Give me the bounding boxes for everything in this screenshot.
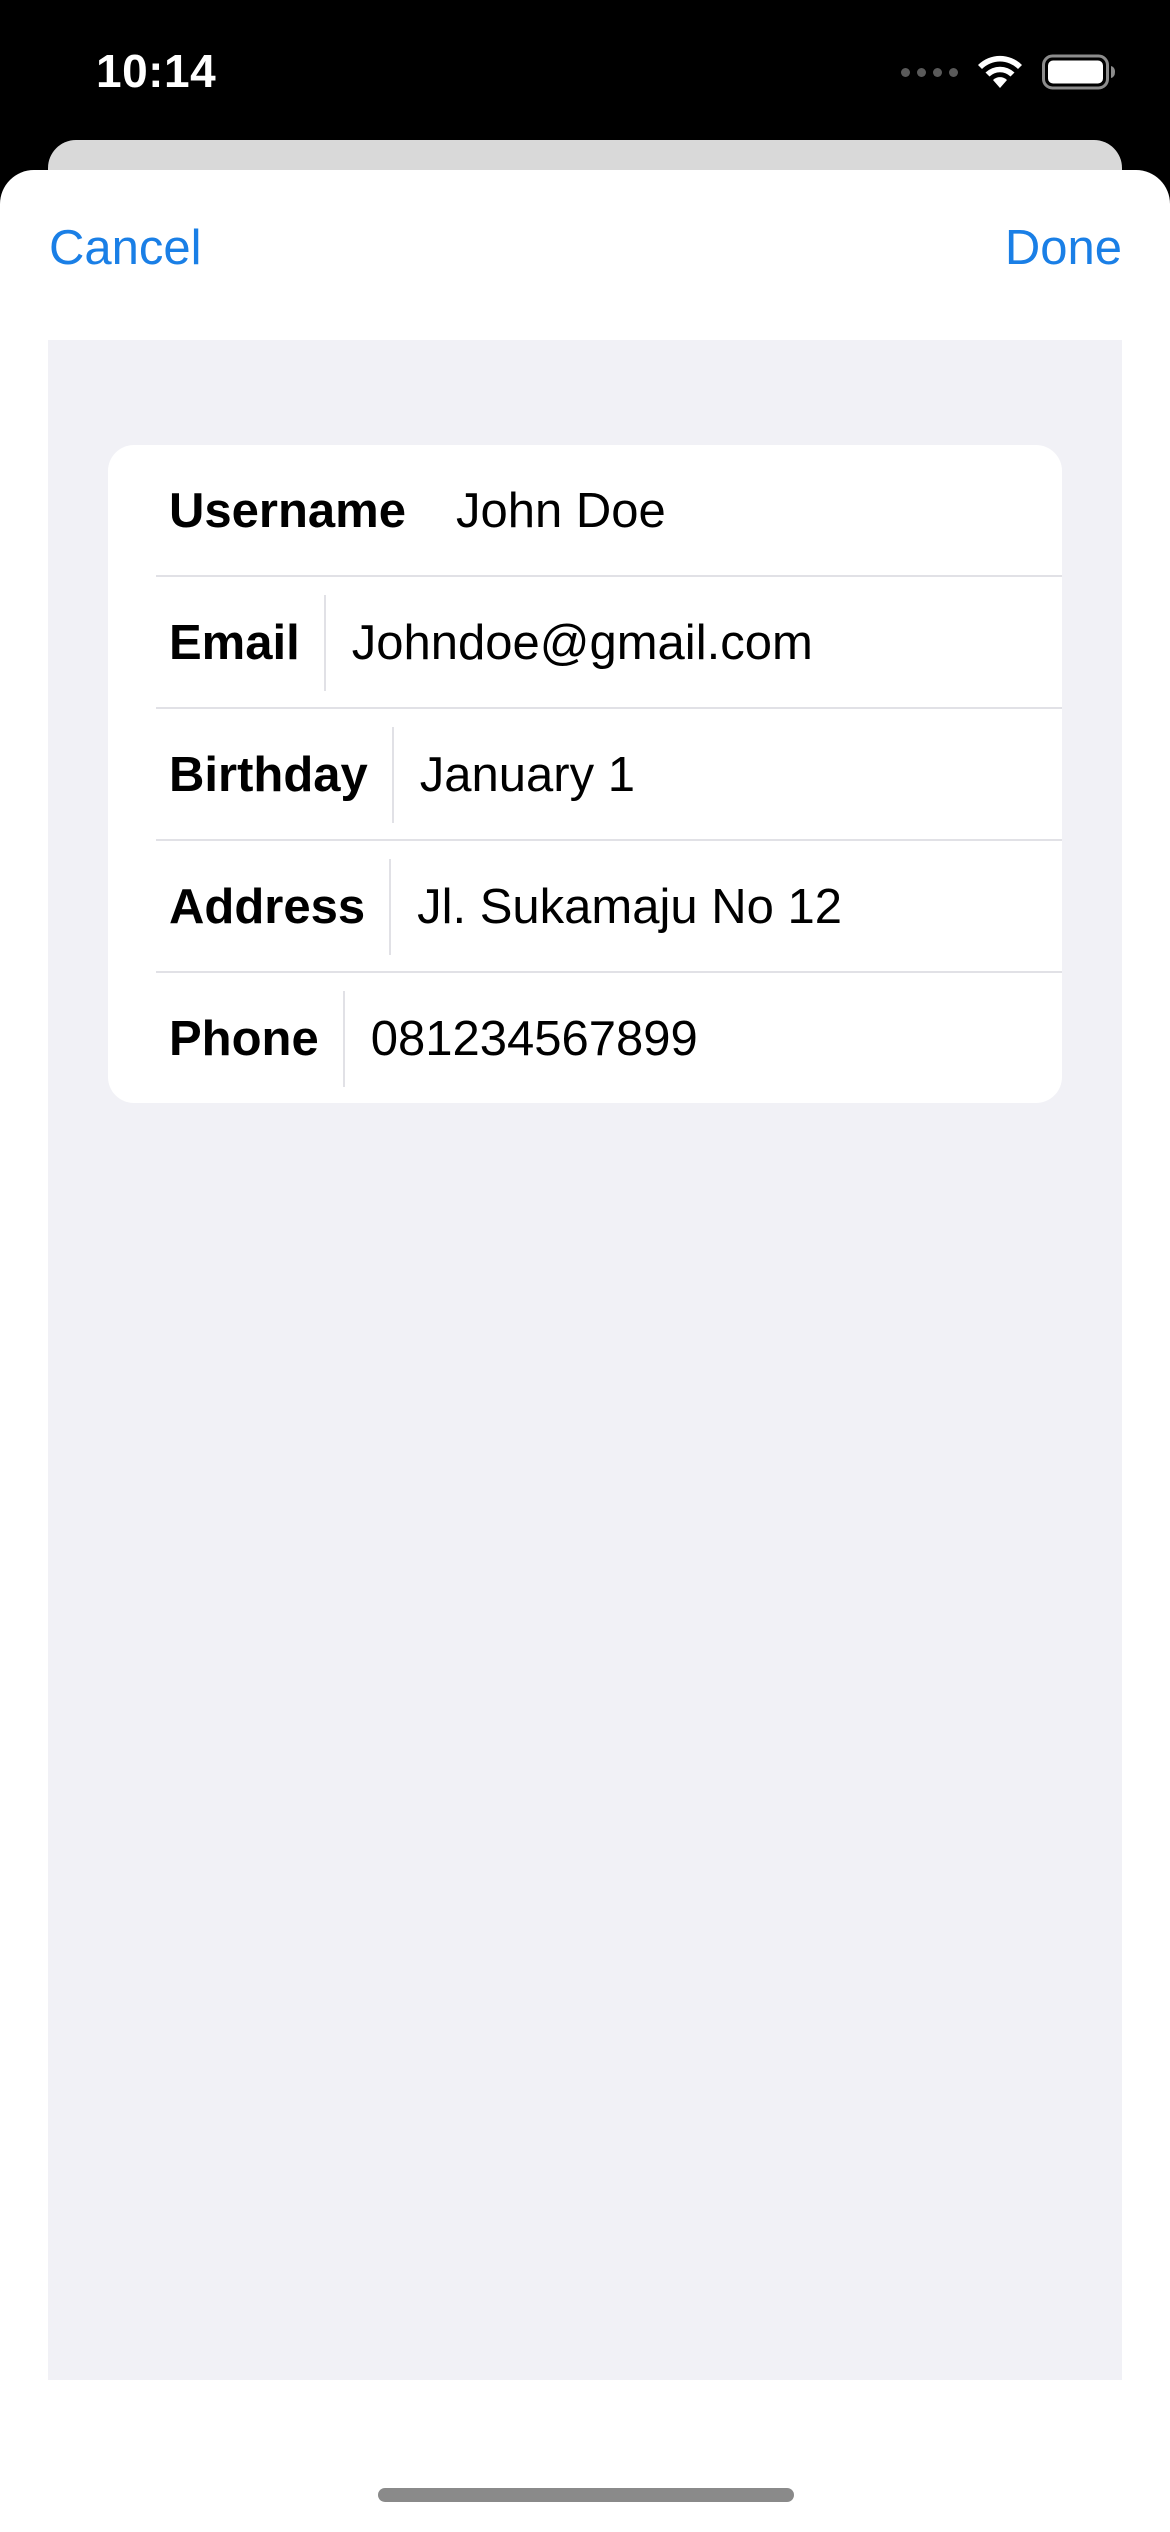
screen: 10:14 Cancel Done Username John Doe Emai…: [0, 0, 1170, 2532]
form-row-username: Username: [156, 445, 1062, 577]
birthday-input[interactable]: [393, 724, 1062, 826]
email-label: Email: [169, 616, 300, 670]
done-button[interactable]: Done: [1005, 220, 1122, 276]
status-time: 10:14: [96, 45, 217, 97]
wifi-icon: [978, 55, 1022, 88]
form-card: Username Email Birthday Address: [108, 445, 1062, 1103]
home-indicator[interactable]: [378, 2488, 794, 2502]
form-row-phone: Phone: [156, 973, 1062, 1103]
phone-input[interactable]: [344, 988, 1062, 1090]
status-icons: [901, 52, 1116, 92]
form-row-birthday: Birthday: [156, 709, 1062, 841]
signal-icon: [901, 67, 958, 77]
form-row-address: Address: [156, 841, 1062, 973]
modal-sheet: Cancel Done Username Email Birthday: [0, 170, 1170, 2532]
email-input[interactable]: [325, 592, 1062, 694]
battery-icon: [1042, 54, 1115, 90]
username-label: Username: [169, 484, 406, 538]
cancel-button[interactable]: Cancel: [49, 220, 202, 276]
phone-label: Phone: [169, 1012, 319, 1066]
form-row-email: Email: [156, 577, 1062, 709]
username-input[interactable]: [429, 460, 1062, 562]
address-input[interactable]: [391, 856, 1062, 958]
birthday-label: Birthday: [169, 748, 368, 802]
form-background: Username Email Birthday Address: [48, 340, 1122, 2380]
address-label: Address: [169, 880, 366, 934]
